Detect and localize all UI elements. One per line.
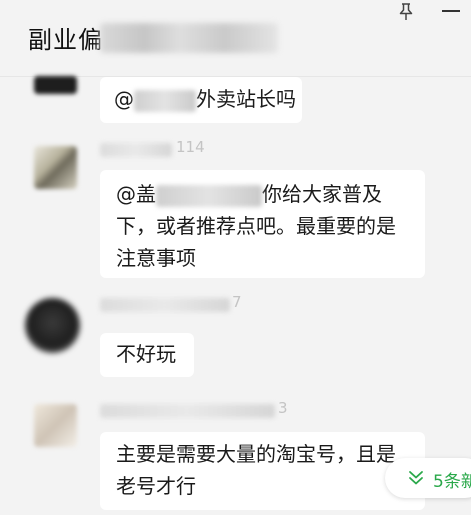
avatar[interactable]	[25, 298, 80, 353]
minimize-icon[interactable]	[442, 10, 460, 12]
chat-title: 副业偏	[28, 26, 103, 54]
double-chevron-down-icon	[409, 471, 423, 485]
sender-name: 3	[278, 399, 288, 417]
sender-name-blurred	[100, 143, 172, 157]
message-text: 不好玩	[116, 342, 176, 366]
avatar[interactable]	[34, 76, 77, 94]
chat-title-blurred	[100, 23, 278, 53]
message-line: 老号才行	[116, 474, 196, 498]
message-text: @ 外卖站长吗	[114, 87, 296, 112]
message-bubble[interactable]: 不好玩	[100, 333, 194, 377]
sender-name: 114	[176, 138, 205, 156]
message-line: @盖 你给大家普及	[116, 182, 382, 207]
sender-name-blurred	[100, 404, 275, 418]
avatar[interactable]	[34, 404, 77, 447]
sender-name-blurred	[100, 298, 230, 312]
mention-blurred	[156, 184, 262, 207]
message-bubble[interactable]: @盖 你给大家普及 下，或者推荐点吧。最重要的是 注意事项	[100, 170, 425, 278]
message-line: 主要是需要大量的淘宝号，且是	[116, 442, 396, 466]
pin-icon[interactable]	[396, 2, 416, 22]
new-messages-button[interactable]: 5条新	[385, 458, 471, 498]
message-bubble[interactable]: 主要是需要大量的淘宝号，且是 老号才行	[100, 432, 425, 510]
new-messages-label: 5条新	[433, 472, 471, 492]
mention-blurred	[134, 89, 196, 112]
message-line: 注意事项	[116, 246, 196, 270]
chat-header: 副业偏	[0, 0, 471, 77]
message-bubble[interactable]: @ 外卖站长吗	[100, 77, 302, 123]
avatar[interactable]	[34, 146, 77, 189]
sender-name: 7	[232, 293, 242, 311]
message-line: 下，或者推荐点吧。最重要的是	[116, 214, 396, 238]
